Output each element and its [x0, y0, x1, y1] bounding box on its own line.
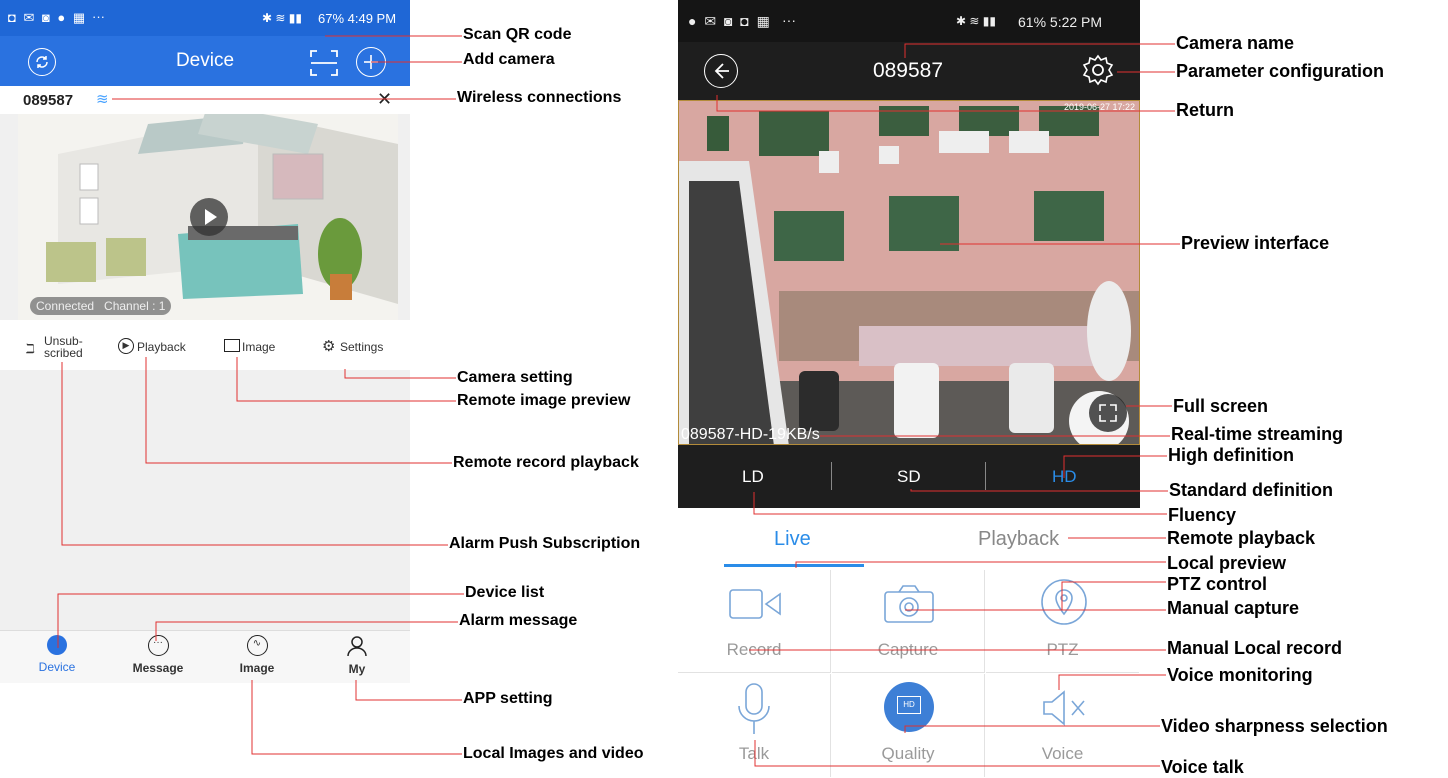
callout-voice-monitoring: Voice monitoring — [1167, 665, 1313, 685]
callout-remote-image: Remote image preview — [457, 392, 631, 409]
callout-remote-record: Remote record playback — [453, 454, 639, 471]
callout-high-def: High definition — [1168, 445, 1294, 465]
callout-alarm-message: Alarm message — [459, 612, 578, 629]
callout-standard-def: Standard definition — [1169, 480, 1333, 500]
callout-preview-interface: Preview interface — [1181, 233, 1330, 253]
callout-local-images: Local Images and video — [463, 745, 644, 762]
callout-camera-setting: Camera setting — [457, 369, 573, 386]
callout-camera-name: Camera name — [1176, 33, 1295, 53]
callout-wireless: Wireless connections — [457, 89, 622, 106]
callout-manual-record: Manual Local record — [1167, 638, 1343, 658]
callout-alarm-push: Alarm Push Subscription — [449, 535, 641, 552]
callout-manual-capture: Manual capture — [1167, 598, 1300, 618]
callout-fluency: Fluency — [1168, 505, 1237, 525]
callout-device-list: Device list — [465, 584, 545, 601]
callout-remote-playback: Remote playback — [1167, 528, 1316, 548]
callout-full-screen: Full screen — [1173, 396, 1269, 416]
callout-add-camera: Add camera — [463, 51, 555, 68]
callout-realtime: Real-time streaming — [1171, 424, 1344, 444]
callout-param-config: Parameter configuration — [1176, 61, 1385, 81]
callout-scan-qr: Scan QR code — [463, 26, 572, 43]
callout-ptz-control: PTZ control — [1167, 574, 1267, 594]
callout-local-preview: Local preview — [1167, 553, 1287, 573]
callout-app-setting: APP setting — [463, 690, 553, 707]
callout-voice-talk: Voice talk — [1161, 757, 1244, 777]
callout-sharpness: Video sharpness selection — [1161, 716, 1388, 736]
callout-return: Return — [1176, 100, 1234, 120]
